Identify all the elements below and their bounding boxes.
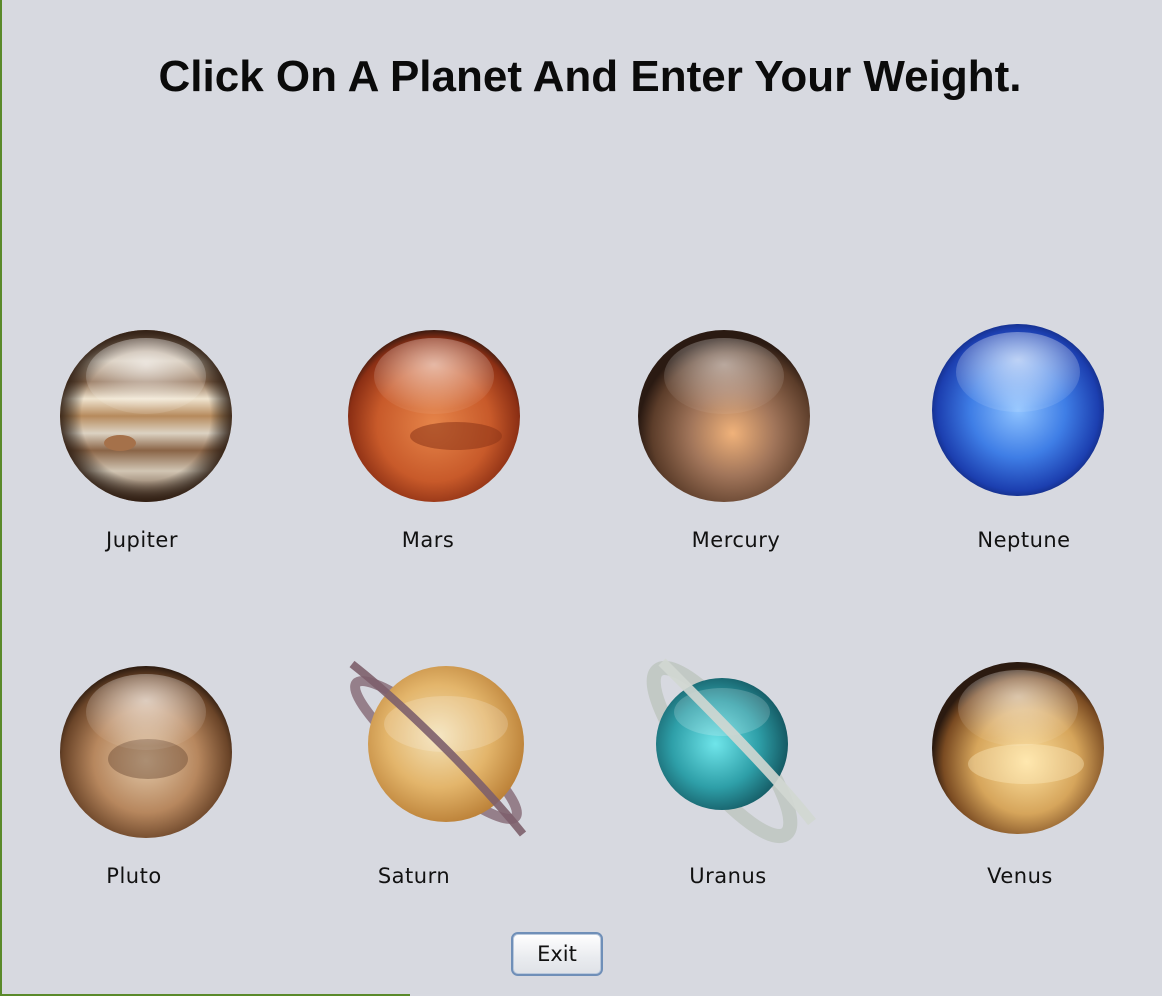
venus-icon <box>932 662 1104 834</box>
uranus-icon <box>646 658 816 844</box>
page-title: Click On A Planet And Enter Your Weight. <box>158 52 1022 101</box>
mars-icon <box>348 330 520 502</box>
planet-label-mars: Mars <box>401 528 455 552</box>
planet-label-pluto: Pluto <box>106 864 162 888</box>
planet-label-uranus: Uranus <box>689 864 767 888</box>
window-left-edge <box>0 0 2 996</box>
planet-venus[interactable]: Venus <box>914 652 1124 896</box>
planet-mars[interactable]: Mars <box>328 320 538 560</box>
planet-label-venus: Venus <box>987 864 1053 888</box>
planet-saturn[interactable]: Saturn <box>330 646 540 896</box>
planet-jupiter[interactable]: Jupiter <box>40 320 250 560</box>
planet-mercury[interactable]: Mercury <box>620 320 830 560</box>
saturn-icon <box>349 660 527 837</box>
pluto-icon <box>60 666 232 838</box>
planet-label-saturn: Saturn <box>377 864 451 888</box>
planet-label-mercury: Mercury <box>691 528 781 552</box>
planet-neptune[interactable]: Neptune <box>914 316 1124 560</box>
planet-uranus[interactable]: Uranus <box>616 646 826 896</box>
jupiter-icon <box>60 330 232 502</box>
mercury-icon <box>638 330 810 502</box>
planet-pluto[interactable]: Pluto <box>40 656 250 896</box>
exit-button[interactable]: Exit <box>511 932 603 976</box>
planet-label-neptune: Neptune <box>977 528 1071 552</box>
neptune-icon <box>932 324 1104 496</box>
planet-label-jupiter: Jupiter <box>106 528 178 552</box>
